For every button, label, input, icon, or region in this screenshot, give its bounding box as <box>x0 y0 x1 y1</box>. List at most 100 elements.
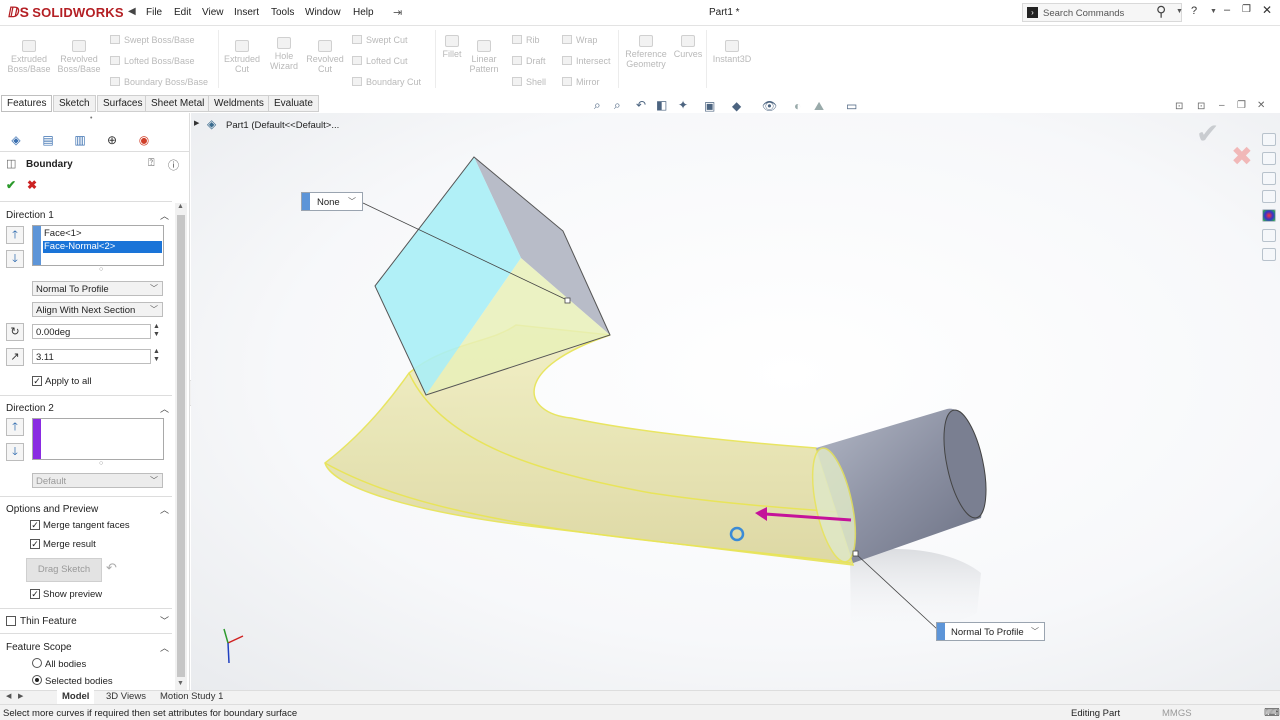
scroll-down-icon[interactable]: ▼ <box>177 680 184 687</box>
direction2-curves-list[interactable] <box>32 418 164 460</box>
move-up-icon[interactable]: 🡑 <box>6 418 24 436</box>
chevron-up-icon[interactable]: ︿ <box>160 641 169 654</box>
feature-manager-tab-icon[interactable]: ◈ <box>0 130 32 150</box>
minimize-icon[interactable]: – <box>1224 4 1230 16</box>
options-title[interactable]: Options and Preview <box>6 504 98 515</box>
swept-boss-button[interactable]: Swept Boss/Base <box>110 35 195 45</box>
motion-study-tab[interactable]: Motion Study 1 <box>155 690 228 704</box>
search-icon[interactable]: ⚲ <box>1156 3 1166 20</box>
tab-evaluate[interactable]: Evaluate <box>268 95 319 112</box>
undo-sketch-drag-icon[interactable]: ↶ <box>106 560 117 576</box>
menu-tools[interactable]: Tools <box>271 7 294 18</box>
revolved-cut-button[interactable]: Revolved Cut <box>304 40 346 74</box>
chevron-down-icon[interactable]: ﹀ <box>160 614 169 627</box>
all-bodies-radio[interactable] <box>32 658 42 668</box>
design-library-icon[interactable] <box>1262 152 1276 165</box>
solidworks-logo[interactable]: ⅅS SOLIDWORKS <box>8 4 124 21</box>
forum-icon[interactable] <box>1262 248 1276 261</box>
solidworks-resources-icon[interactable] <box>1262 133 1276 146</box>
draft-button[interactable]: Draft <box>512 56 546 66</box>
viewport-link-icon[interactable]: ⊡ <box>1197 101 1205 112</box>
search-input[interactable]: Search Commands <box>1043 8 1124 19</box>
hide-show-items-icon[interactable]: 👁 <box>762 99 777 113</box>
menu-help[interactable]: Help <box>353 7 374 18</box>
rib-button[interactable]: Rib <box>512 35 540 45</box>
tab-surfaces[interactable]: Surfaces <box>97 95 149 112</box>
mirror-button[interactable]: Mirror <box>562 77 600 87</box>
direction2-title[interactable]: Direction 2 <box>6 403 54 414</box>
tangency-callout-bottom[interactable]: Normal To Profile ﹀ <box>936 622 1045 641</box>
edit-appearance-icon[interactable]: ◐ <box>794 99 801 113</box>
move-down-icon[interactable]: 🡓 <box>6 443 24 461</box>
splitter-handle[interactable]: • <box>90 115 92 122</box>
tab-sketch[interactable]: Sketch <box>53 95 96 112</box>
tab-scroll-right-icon[interactable]: ▶ <box>18 692 23 700</box>
dimxpert-tab-icon[interactable]: ⊕ <box>96 130 128 150</box>
dynamic-annotation-icon[interactable]: ✦ <box>678 98 688 112</box>
menu-edit[interactable]: Edit <box>174 7 191 18</box>
list-resize-handle[interactable]: ○ <box>99 266 103 273</box>
graphics-area[interactable]: ▶ ◈ Part1 (Default<<Default>... None ﹀ N… <box>191 100 1280 690</box>
thin-feature-title[interactable]: Thin Feature <box>20 616 77 627</box>
wrap-button[interactable]: Wrap <box>562 35 597 45</box>
lofted-cut-button[interactable]: Lofted Cut <box>352 56 408 66</box>
move-down-icon[interactable]: 🡓 <box>6 250 24 268</box>
menu-insert[interactable]: Insert <box>234 7 259 18</box>
lofted-boss-button[interactable]: Lofted Boss/Base <box>110 56 195 66</box>
tangent-length-input[interactable]: 3.11 <box>32 349 151 364</box>
list-item-selected[interactable]: Face-Normal<2> <box>43 241 162 253</box>
3d-views-tab[interactable]: 3D Views <box>101 690 151 704</box>
chevron-up-icon[interactable]: ︿ <box>160 402 169 415</box>
boundary-boss-button[interactable]: Boundary Boss/Base <box>110 77 208 87</box>
list-item[interactable]: Face<1> <box>44 228 82 239</box>
viewport-close-icon[interactable]: ✕ <box>1257 100 1265 111</box>
swept-cut-button[interactable]: Swept Cut <box>352 35 408 45</box>
view-orientation-icon[interactable]: ▣ <box>704 99 715 113</box>
viewport-split-icon[interactable]: ⊡ <box>1175 101 1183 112</box>
section-view-icon[interactable]: ◧ <box>656 98 667 112</box>
extruded-cut-button[interactable]: Extruded Cut <box>222 40 262 74</box>
confirm-cancel-icon[interactable]: ✖ <box>1231 141 1253 172</box>
custom-properties-icon[interactable] <box>1262 229 1276 242</box>
extruded-boss-button[interactable]: Extruded Boss/Base <box>6 40 52 74</box>
tab-weldments[interactable]: Weldments <box>208 95 270 112</box>
ok-icon[interactable]: ✔ <box>6 178 16 192</box>
hole-wizard-button[interactable]: Hole Wizard <box>264 37 304 71</box>
property-manager-tab-icon[interactable]: ▤ <box>32 130 64 150</box>
curves-button[interactable]: Curves <box>672 35 704 59</box>
help-icon[interactable]: ⓘ <box>168 157 179 173</box>
search-dropdown-icon[interactable]: ▼ <box>1176 8 1183 15</box>
cancel-icon[interactable]: ✖ <box>27 178 37 192</box>
whats-wrong-icon[interactable]: ⍰ <box>148 157 155 170</box>
drag-sketch-button[interactable]: Drag Sketch <box>26 558 102 582</box>
angle-spinner-icon[interactable]: ▲ ▼ <box>153 323 160 339</box>
alignment-select[interactable]: Align With Next Section ﹀ <box>32 302 163 317</box>
quick-tips-icon[interactable]: ⌨ <box>1264 706 1280 719</box>
apply-to-all-checkbox[interactable]: ✓ <box>32 376 42 386</box>
pin-icon[interactable]: ⇥ <box>393 6 402 19</box>
scroll-up-icon[interactable]: ▲ <box>177 203 184 210</box>
panel-scrollbar[interactable]: ▲ ▼ <box>175 203 187 690</box>
chevron-up-icon[interactable]: ︿ <box>160 209 169 222</box>
viewport-restore-icon[interactable]: ❐ <box>1237 100 1246 111</box>
merge-result-checkbox[interactable]: ✓ <box>30 539 40 549</box>
units-selector[interactable]: MMGS <box>1162 708 1192 719</box>
menu-file[interactable]: File <box>146 7 162 18</box>
model-tab[interactable]: Model <box>57 690 95 704</box>
shell-button[interactable]: Shell <box>512 77 546 87</box>
tab-features[interactable]: Features <box>1 95 53 112</box>
view-palette-icon[interactable] <box>1262 190 1276 203</box>
menu-collapse-icon[interactable]: ◀ <box>128 6 136 17</box>
menu-view[interactable]: View <box>202 7 224 18</box>
direction1-title[interactable]: Direction 1 <box>6 210 54 221</box>
reference-geometry-button[interactable]: Reference Geometry <box>622 35 670 69</box>
apply-scene-icon[interactable]: ⛰ <box>814 99 824 114</box>
boundary-cut-button[interactable]: Boundary Cut <box>352 77 421 87</box>
tab-scroll-left-icon[interactable]: ◀ <box>6 692 11 700</box>
show-preview-checkbox[interactable]: ✓ <box>30 589 40 599</box>
intersect-button[interactable]: Intersect <box>562 56 611 66</box>
display-style-icon[interactable]: ◆ <box>732 99 741 113</box>
length-spinner-icon[interactable]: ▲ ▼ <box>153 348 160 364</box>
direction1-curves-list[interactable]: Face<1> Face-Normal<2> <box>32 225 164 266</box>
menu-window[interactable]: Window <box>305 7 341 18</box>
